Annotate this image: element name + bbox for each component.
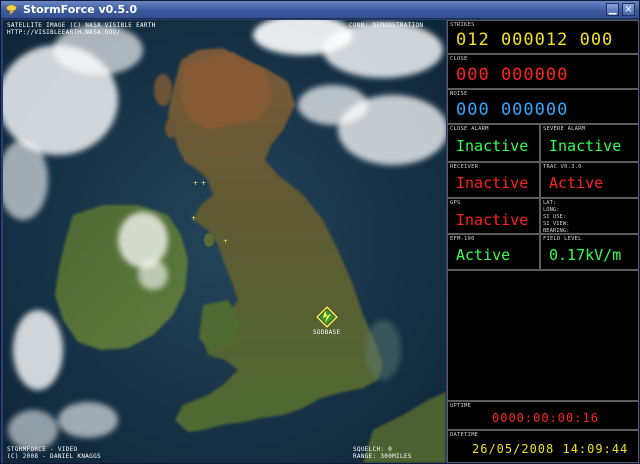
gps-long: Long: xyxy=(543,207,560,213)
trac-value: Active xyxy=(549,174,604,192)
severe-alarm-label: Severe Alarm xyxy=(543,126,586,132)
map-credit-line1: Satellite image (c) NASA Visible Earth xyxy=(7,22,156,29)
uptime-label: Uptime xyxy=(450,403,472,409)
close-label: Close xyxy=(450,56,468,62)
trac-label: TRAC v0.3.0 xyxy=(543,164,582,170)
map-credit-line2: http://visibleearth.nasa.gov/ xyxy=(7,29,121,36)
close-counter: Close 000 000000 xyxy=(447,54,639,89)
empty-panel-area xyxy=(447,270,639,401)
gps-lat: Lat: xyxy=(543,200,557,206)
close-alarm-value: Inactive xyxy=(456,137,529,155)
storm-cloud-icon xyxy=(6,4,17,16)
gps-si-use: SI Use: xyxy=(543,214,567,220)
trac-indicator: TRAC v0.3.0 Active xyxy=(540,162,639,198)
efm-indicator: EFM-100 Active xyxy=(447,234,540,270)
gps-indicator: GPS Inactive xyxy=(447,198,540,234)
close-alarm-label: Close Alarm xyxy=(450,126,489,132)
noise-label: Noise xyxy=(450,91,468,97)
field-level-label: Field Level xyxy=(543,236,582,242)
gps-label: GPS xyxy=(450,200,461,206)
strikes-label: Strikes xyxy=(450,22,475,28)
gps-details: Lat: Long: SI Use: SI View: Bearing: xyxy=(540,198,639,234)
noise-value: 000 000000 xyxy=(456,100,569,120)
close-icon: × xyxy=(624,4,633,15)
status-panel: Strikes 012 000012 000 Close 000 000000 … xyxy=(447,20,639,463)
receiver-value: Inactive xyxy=(456,174,529,192)
strikes-value: 012 000012 000 xyxy=(456,30,614,50)
minimize-button[interactable]: ▁ xyxy=(606,3,619,16)
satellite-map[interactable]: + + + + Satellite image (c) NASA Visible… xyxy=(3,20,446,463)
close-button[interactable]: × xyxy=(622,3,635,16)
squelch-readout: Squelch: 0 xyxy=(353,446,393,453)
efm-label: EFM-100 xyxy=(450,236,475,242)
field-level-indicator: Field Level 0.17kV/m xyxy=(540,234,639,270)
close-value: 000 000000 xyxy=(456,65,569,85)
strikes-counter: Strikes 012 000012 000 xyxy=(447,20,639,54)
field-level-value: 0.17kV/m xyxy=(549,246,622,264)
svg-text:+: + xyxy=(201,180,206,187)
base-station-label: Sodbase xyxy=(313,329,341,336)
gps-value: Inactive xyxy=(456,211,529,229)
datetime-value: 26/05/2008 14:09:44 xyxy=(472,442,629,456)
uptime-value: 0000:00:00:16 xyxy=(492,411,599,425)
datetime-display: DateTime 26/05/2008 14:09:44 xyxy=(447,430,639,463)
window-title: StormForce v0.5.0 xyxy=(23,3,137,16)
severe-alarm-value: Inactive xyxy=(549,137,622,155)
map-footer-line2: (c) 2008 - Daniel Knaggs xyxy=(7,453,101,460)
uptime-display: Uptime 0000:00:00:16 xyxy=(447,401,639,430)
gps-si-view: SI View: xyxy=(543,221,570,227)
efm-value: Active xyxy=(456,246,511,264)
range-readout: Range: 300miles xyxy=(353,453,412,460)
receiver-indicator: Receiver Inactive xyxy=(447,162,540,198)
title-bar[interactable]: StormForce v0.5.0 ▁ × xyxy=(1,1,639,19)
noise-counter: Noise 000 000000 xyxy=(447,89,639,124)
severe-alarm-indicator: Severe Alarm Inactive xyxy=(540,124,639,162)
svg-text:+: + xyxy=(193,180,198,187)
datetime-label: DateTime xyxy=(450,432,479,438)
app-window: StormForce v0.5.0 ▁ × + + + + SATELLITE … xyxy=(0,0,640,464)
map-footer-line1: StormForce - Video xyxy=(7,446,78,453)
svg-text:+: + xyxy=(191,215,196,222)
map-image: + + + + xyxy=(3,20,446,463)
connection-status: Conn: Demonstration xyxy=(349,22,424,29)
minimize-icon: ▁ xyxy=(608,4,617,15)
receiver-label: Receiver xyxy=(450,164,479,170)
close-alarm-indicator: Close Alarm Inactive xyxy=(447,124,540,162)
svg-text:+: + xyxy=(223,238,228,245)
